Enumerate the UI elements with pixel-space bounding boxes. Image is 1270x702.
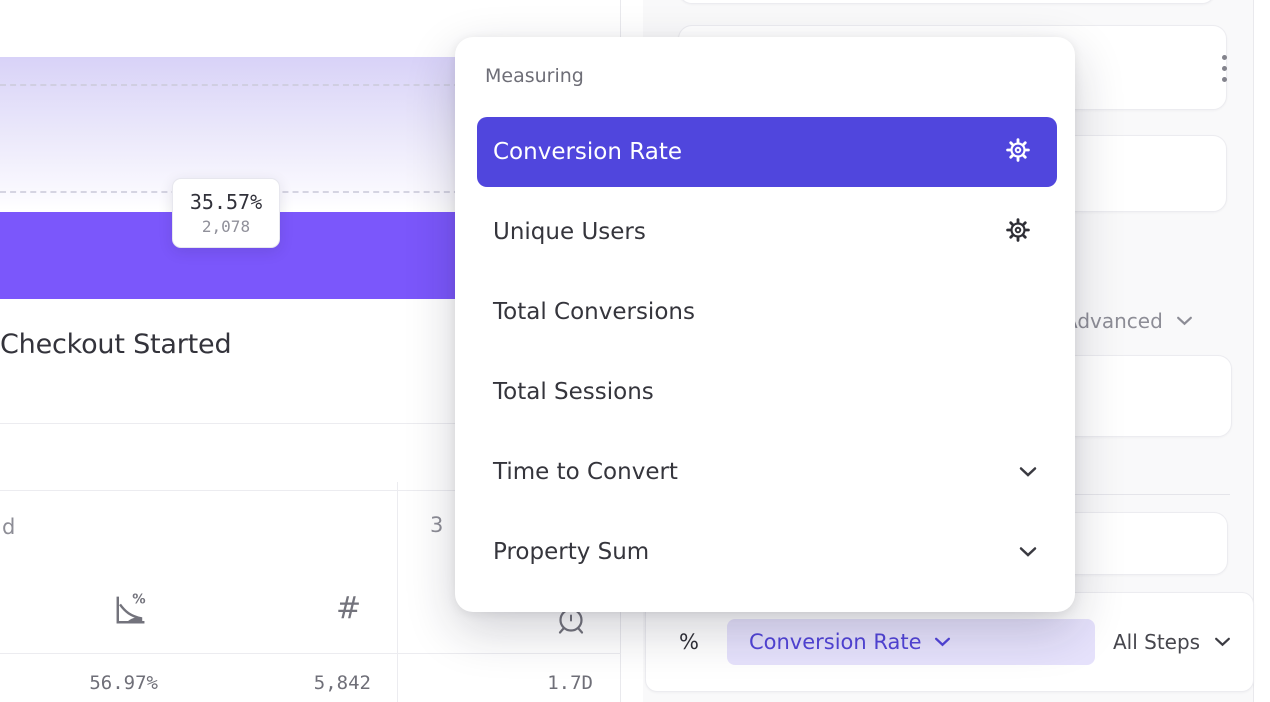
menu-item-total-conversions[interactable]: Total Conversions bbox=[477, 277, 1057, 347]
kebab-menu-button[interactable] bbox=[1222, 55, 1227, 82]
funnel-analysis-screen: 35.57% 2,078 Checkout Started d 3 % # bbox=[0, 0, 1270, 702]
menu-item-label: Conversion Rate bbox=[493, 139, 682, 165]
measuring-dropdown-menu: Measuring Conversion Rate Unique Users bbox=[455, 37, 1075, 612]
chevron-down-icon bbox=[1176, 316, 1193, 326]
menu-item-label: Total Sessions bbox=[493, 379, 654, 405]
funnel-step-label: Checkout Started bbox=[0, 329, 231, 360]
measuring-pill-button[interactable]: Conversion Rate bbox=[727, 619, 1095, 665]
menu-item-total-sessions[interactable]: Total Sessions bbox=[477, 357, 1057, 427]
menu-item-time-to-convert[interactable]: Time to Convert bbox=[477, 437, 1057, 507]
step-name-fragment: d bbox=[2, 515, 15, 539]
metric-value-time: 1.7D bbox=[493, 672, 593, 694]
chart-gridline bbox=[0, 84, 470, 86]
menu-item-conversion-rate[interactable]: Conversion Rate bbox=[477, 117, 1057, 187]
all-steps-label: All Steps bbox=[1113, 630, 1200, 654]
query-card-top bbox=[678, 0, 1216, 4]
chevron-down-icon bbox=[1214, 637, 1231, 647]
menu-item-unique-users[interactable]: Unique Users bbox=[477, 197, 1057, 267]
metric-value-count: 5,842 bbox=[271, 672, 371, 694]
menu-item-label: Property Sum bbox=[493, 539, 649, 565]
menu-item-property-sum[interactable]: Property Sum bbox=[477, 517, 1057, 587]
table-column-divider bbox=[397, 482, 398, 702]
conversion-rate-icon: % bbox=[110, 590, 150, 634]
chevron-down-icon bbox=[1019, 467, 1037, 478]
metric-value-conversion-rate: 56.97% bbox=[58, 672, 158, 694]
advanced-dropdown[interactable]: Advanced bbox=[1064, 309, 1193, 333]
measuring-pill-label: Conversion Rate bbox=[749, 630, 922, 654]
chevron-down-icon bbox=[934, 637, 951, 647]
menu-item-label: Time to Convert bbox=[493, 459, 678, 485]
measuring-menu-label: Measuring bbox=[485, 65, 584, 87]
step-number: 3 bbox=[430, 513, 443, 537]
table-row-divider bbox=[0, 653, 621, 654]
gear-icon[interactable] bbox=[1005, 137, 1031, 167]
tooltip-count: 2,078 bbox=[202, 217, 250, 236]
gear-icon[interactable] bbox=[1005, 217, 1031, 247]
chevron-down-icon bbox=[1019, 547, 1037, 558]
bar-hover-tooltip: 35.57% 2,078 bbox=[172, 178, 280, 248]
count-icon: # bbox=[336, 594, 361, 624]
menu-item-label: Unique Users bbox=[493, 219, 646, 245]
advanced-label: Advanced bbox=[1064, 309, 1163, 333]
tooltip-conversion-rate: 35.57% bbox=[190, 190, 262, 214]
percent-metric-icon: % bbox=[679, 630, 699, 654]
all-steps-dropdown[interactable]: All Steps bbox=[1113, 630, 1231, 654]
menu-item-label: Total Conversions bbox=[493, 299, 695, 325]
svg-text:%: % bbox=[132, 592, 145, 607]
